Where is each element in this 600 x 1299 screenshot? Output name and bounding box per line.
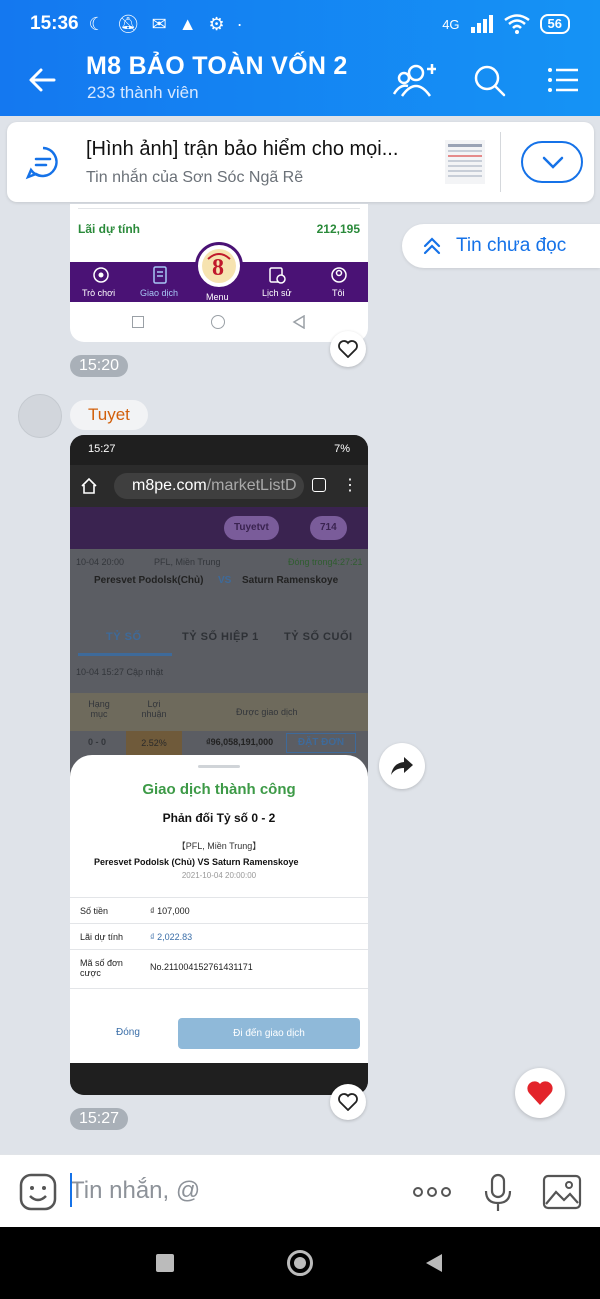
back-arrow-icon[interactable] <box>24 62 60 98</box>
heart-filled-icon <box>527 1081 553 1105</box>
chat-header: M8 BẢO TOÀN VỐN 2 233 thành viên <box>0 44 600 116</box>
balance-chip: 714 <box>310 516 347 540</box>
member-count[interactable]: 233 thành viên <box>87 83 199 103</box>
mute-icon: 🔕︎ <box>116 13 140 34</box>
add-member-icon[interactable] <box>392 60 436 100</box>
menu-list-icon[interactable] <box>542 60 586 100</box>
unread-label: Tin chưa đọc <box>456 235 567 256</box>
back-key-icon <box>292 315 305 329</box>
home-icon <box>81 477 97 494</box>
message-input[interactable] <box>70 1173 370 1209</box>
status-time: 15:36 <box>30 13 79 34</box>
home-key-icon <box>211 315 225 329</box>
system-nav-bar <box>0 1227 600 1299</box>
success-title: Giao dịch thành công <box>142 781 296 798</box>
network-label: 4G <box>442 16 460 32</box>
group-title[interactable]: M8 BẢO TOÀN VỐN 2 <box>86 52 348 81</box>
dot-icon: · <box>236 13 243 34</box>
heart-outline-icon <box>338 340 358 358</box>
sender-name[interactable]: Tuyet <box>70 400 148 430</box>
svg-text:8: 8 <box>212 255 224 281</box>
user-icon <box>331 267 347 283</box>
estimated-profit-label: Lãi dự tính <box>78 222 141 236</box>
home-key-icon[interactable] <box>287 1250 313 1276</box>
image-message-1[interactable]: Lãi dự tính 212,195 Trò chơi Giao dịch M… <box>70 204 368 342</box>
mail-icon: ✉ <box>151 13 167 34</box>
nav-games: Trò chơi <box>82 288 116 298</box>
pinned-subtitle: Tin nhắn của Sơn Sóc Ngã Rẽ <box>86 169 304 186</box>
pinned-title: [Hình ảnh] trận bảo hiểm cho mọi... <box>86 138 399 160</box>
reaction-button[interactable] <box>515 1068 565 1118</box>
pinned-message-banner[interactable]: [Hình ảnh] trận bảo hiểm cho mọi... Tin … <box>7 122 594 202</box>
nav-menu: Menu <box>206 292 229 302</box>
like-button-1[interactable] <box>330 331 366 367</box>
nav-trade: Giao dịch <box>140 288 179 298</box>
search-icon[interactable] <box>468 60 512 100</box>
user-chip: Tuyetvt <box>224 516 279 540</box>
soccer-ball-icon <box>93 267 109 283</box>
share-arrow-icon <box>391 757 413 775</box>
microphone-icon[interactable] <box>476 1171 520 1213</box>
recents-key-icon <box>132 316 144 328</box>
unread-messages-button[interactable]: Tin chưa đọc <box>402 224 600 268</box>
message-time-2: 15:27 <box>70 1108 129 1130</box>
url-path: /marketListD <box>206 477 297 494</box>
app-logo: 8 <box>195 242 243 290</box>
status-bar: 15:36 ☾ 🔕︎ ✉ ▲ ⚙ · 4G 56 <box>0 0 600 48</box>
signal-icon <box>470 15 493 33</box>
tabs-icon <box>312 478 326 492</box>
chat-bubble-icon <box>25 146 58 180</box>
document-icon <box>153 266 167 284</box>
url-domain: m8pe.com <box>132 477 207 494</box>
success-sheet: Giao dịch thành công Phản đối Tỷ số 0 - … <box>70 755 368 1063</box>
battery-indicator: 56 <box>539 14 570 34</box>
warning-icon: ▲ <box>178 13 197 34</box>
double-chevron-up-icon <box>423 237 441 255</box>
browser-bar: m8pe.com/marketListD ⋮ <box>70 465 368 507</box>
like-button-2[interactable] <box>330 1084 366 1120</box>
back-key-icon[interactable] <box>424 1253 444 1273</box>
more-options-icon[interactable] <box>410 1171 454 1213</box>
message-time-1: 15:20 <box>70 355 129 377</box>
chevron-down-icon <box>542 156 564 169</box>
recents-key-icon[interactable] <box>156 1254 174 1272</box>
expand-pinned-button[interactable] <box>521 141 583 183</box>
phone-status-bar: 15:27 7% <box>70 435 368 465</box>
moon-icon: ☾ <box>88 13 105 34</box>
message-composer <box>0 1154 600 1227</box>
pinned-thumbnail <box>445 140 485 184</box>
heart-outline-icon <box>338 1093 358 1111</box>
nav-history: Lịch sử <box>262 288 292 298</box>
history-icon <box>269 267 286 284</box>
gear-icon: ⚙ <box>208 13 225 34</box>
forward-button[interactable] <box>379 743 425 789</box>
wifi-icon <box>503 14 530 34</box>
avatar[interactable] <box>18 394 62 438</box>
estimated-profit-value: 212,195 <box>316 222 360 236</box>
more-vertical-icon: ⋮ <box>342 477 358 494</box>
image-message-2[interactable]: 15:27 7% m8pe.com/marketListD ⋮ Tuyetvt … <box>70 435 368 1095</box>
sticker-icon[interactable] <box>18 1172 58 1212</box>
image-icon[interactable] <box>540 1171 584 1213</box>
nav-me: Tôi <box>332 288 345 298</box>
